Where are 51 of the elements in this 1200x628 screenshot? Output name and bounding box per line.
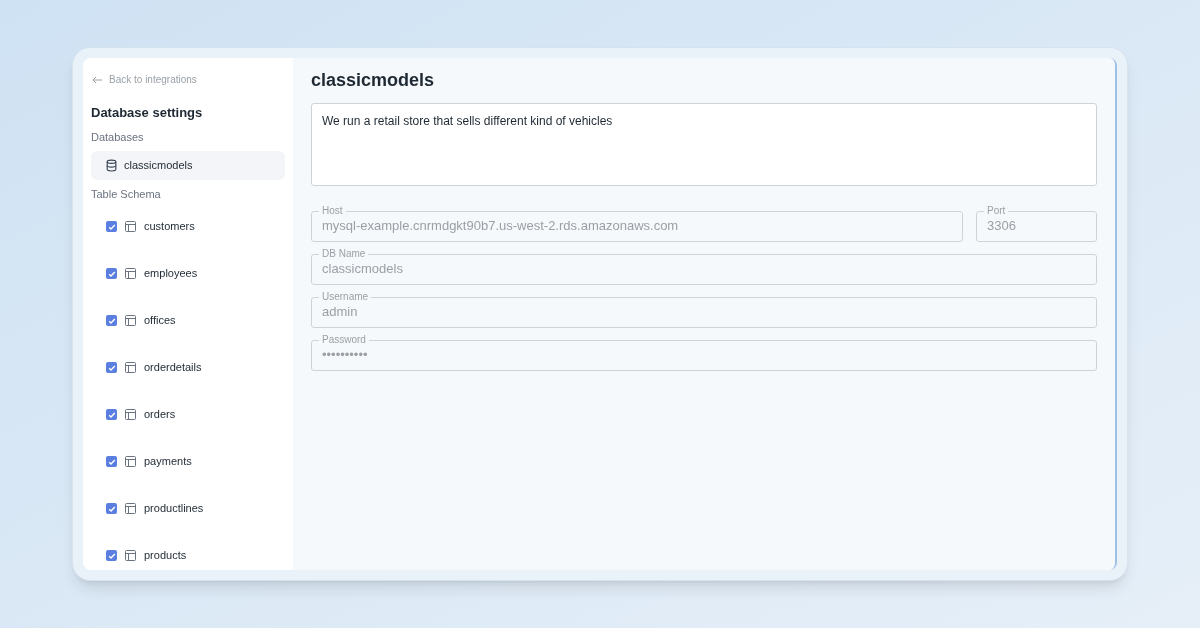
arrow-left-icon [92, 75, 103, 84]
table-icon [125, 315, 136, 326]
table-name: employees [144, 266, 198, 282]
table-name: productlines [144, 501, 204, 517]
field-value: classicmodels [322, 261, 404, 277]
back-link[interactable]: Back to integrations [91, 72, 285, 87]
checkmark-icon [107, 410, 116, 419]
section-label: Databases [91, 129, 145, 145]
table-icon [125, 362, 136, 373]
field-value: mysql-example.cnrmdgkt90b7.us-west-2.rds.amazonaws.com [322, 218, 680, 234]
table-name: orders [144, 407, 176, 423]
field-label: Username [319, 291, 372, 303]
checkmark-icon [107, 363, 116, 372]
checkmark-icon [107, 504, 116, 513]
field-value: admin [322, 304, 359, 320]
table-name: products [144, 548, 187, 564]
field-value: 3306 [987, 218, 1017, 234]
table-name: orderdetails [144, 360, 202, 376]
section-label: Table Schema [91, 187, 162, 202]
table-icon [125, 550, 136, 561]
table-icon [125, 221, 136, 232]
checkbox[interactable] [106, 409, 117, 420]
table-name: offices [144, 313, 176, 329]
checkbox[interactable] [106, 268, 117, 279]
checkmark-icon [107, 551, 116, 560]
checkbox[interactable] [106, 503, 117, 514]
table-name: payments [144, 454, 192, 470]
table-icon [125, 409, 136, 420]
field-label: Password [319, 334, 369, 346]
checkbox[interactable] [106, 315, 117, 326]
field-label: Port [984, 205, 1009, 217]
checkmark-icon [107, 316, 116, 325]
field-label: Host [319, 205, 346, 217]
description-box[interactable]: We run a retail store that sells different kind of vehicles [311, 103, 1097, 186]
field-label: DB Name [319, 248, 369, 260]
checkbox[interactable] [106, 550, 117, 561]
table-icon [125, 503, 136, 514]
database-item[interactable]: classicmodels [91, 151, 285, 180]
database-icon [105, 159, 118, 172]
field-value: •••••••••• [322, 347, 369, 363]
checkbox[interactable] [106, 362, 117, 373]
checkmark-icon [107, 457, 116, 466]
table-icon [125, 456, 136, 467]
page-title: classicmodels [311, 69, 436, 92]
checkmark-icon [107, 222, 116, 231]
table-icon [125, 268, 136, 279]
checkbox[interactable] [106, 221, 117, 232]
sidebar-title: Database settings [91, 104, 204, 122]
table-name: customers [144, 219, 195, 235]
checkbox[interactable] [106, 456, 117, 467]
checkmark-icon [107, 269, 116, 278]
